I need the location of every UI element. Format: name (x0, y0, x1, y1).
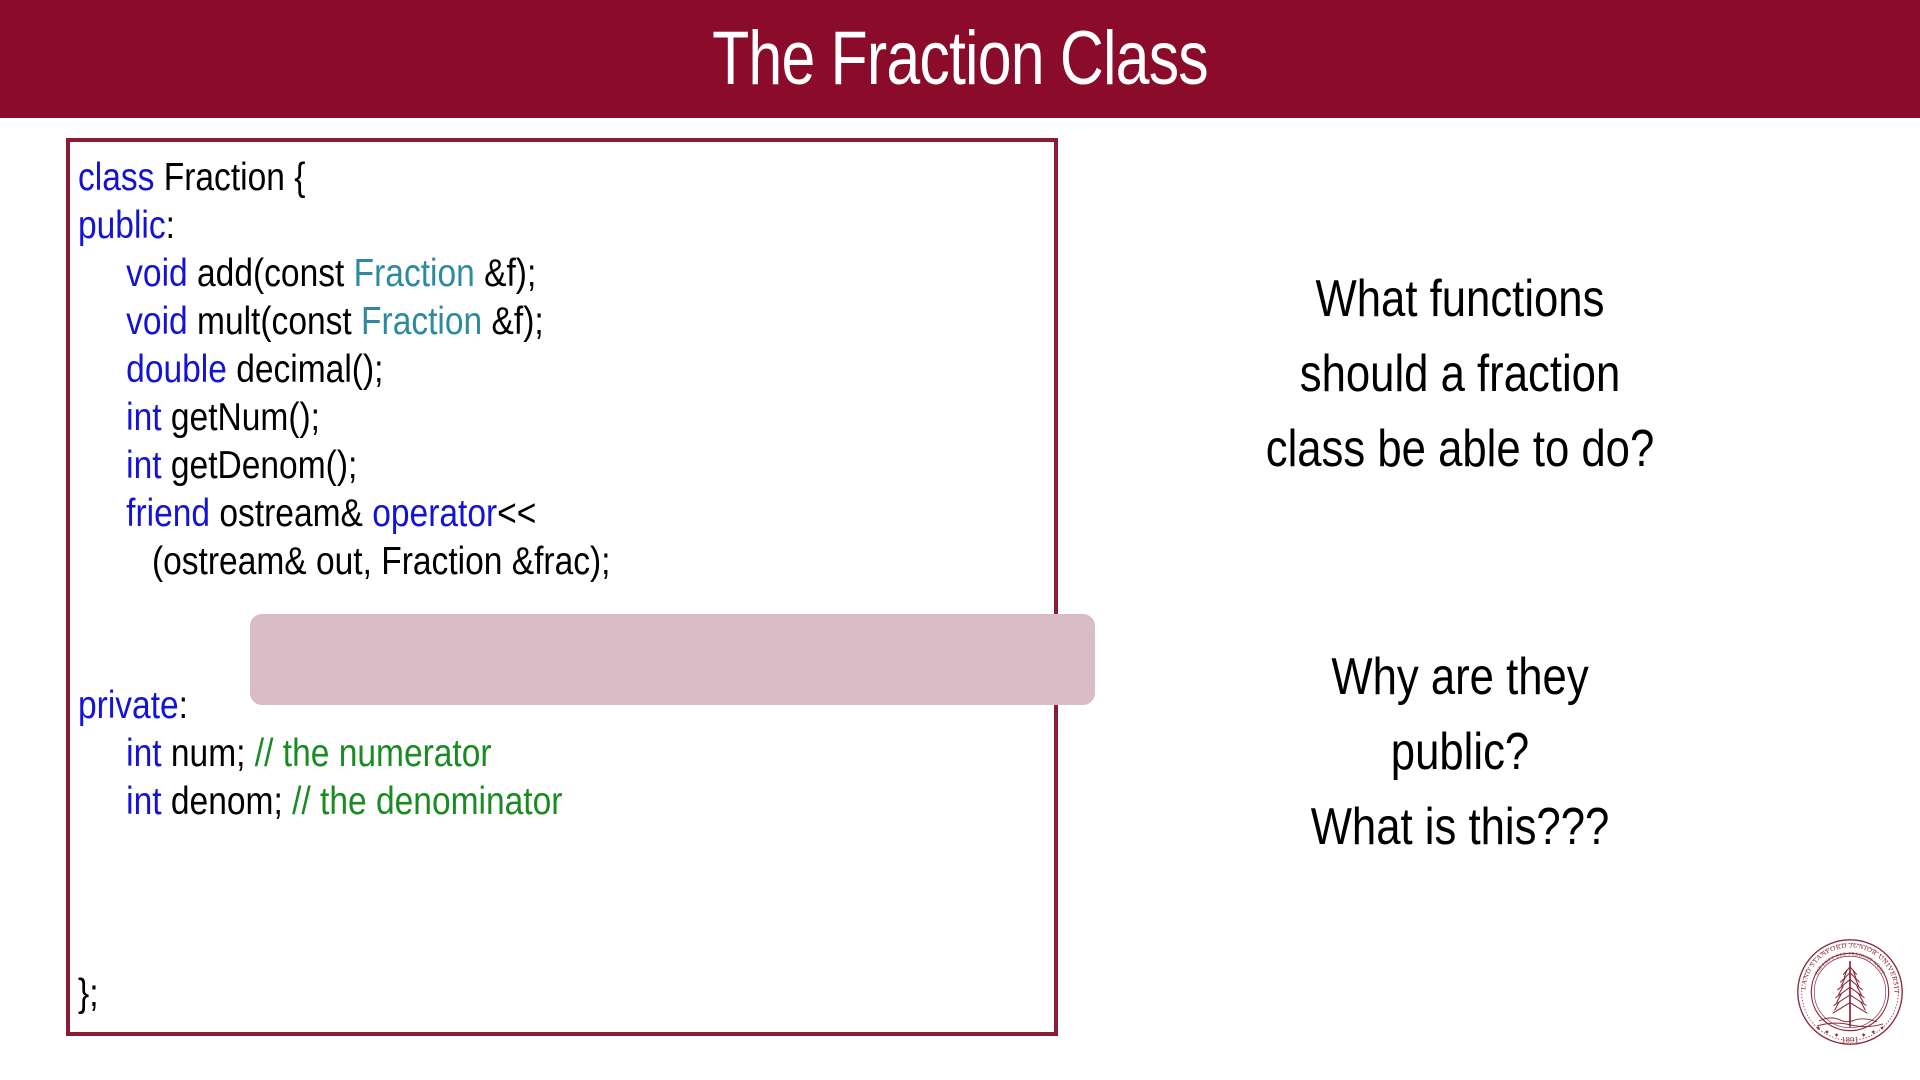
code-token: decimal(); (236, 348, 384, 391)
code-token: getNum(); (170, 396, 321, 439)
code-token: class (78, 156, 164, 199)
code-token: void (126, 252, 198, 295)
code-token: // the numerator (254, 732, 492, 775)
code-line: int getNum(); (78, 394, 921, 442)
code-token: void (126, 300, 198, 343)
slide-canvas: The Fraction Class class Fraction {publi… (0, 0, 1920, 1080)
code-line: double decimal(); (78, 346, 921, 394)
svg-text:✦: ✦ (1815, 1025, 1821, 1033)
svg-text:✦: ✦ (1861, 1031, 1867, 1039)
svg-text:✦: ✦ (1834, 1031, 1840, 1039)
code-token: num; (170, 732, 255, 775)
code-token: int (126, 444, 171, 487)
code-token: (ostream& out, Fraction &frac); (151, 540, 611, 583)
code-token: mult(const (197, 300, 362, 343)
svg-text:✦: ✦ (1824, 1029, 1830, 1037)
stanford-seal-logo: LELAND STANFORD JUNIOR UNIVERSITY DIE LU… (1789, 928, 1908, 1052)
question-line: public? (1390, 723, 1530, 781)
code-token: double (126, 348, 237, 391)
code-token: Fraction (361, 300, 492, 343)
question-line: Why are they (1331, 648, 1589, 706)
question-line: What is this??? (1310, 798, 1610, 856)
code-listing: class Fraction {public: void add(const Fr… (78, 154, 921, 1018)
code-line: class Fraction { (78, 154, 921, 202)
code-token: : (165, 204, 175, 247)
code-line: int num; // the numerator (78, 730, 921, 778)
code-line: void mult(const Fraction &f); (78, 298, 921, 346)
code-line: }; (78, 970, 921, 1018)
code-token: int (126, 780, 171, 823)
code-token: int (126, 732, 171, 775)
code-line: (ostream& out, Fraction &frac); (78, 538, 921, 586)
svg-text:✦: ✦ (1879, 1025, 1885, 1033)
svg-text:✦: ✦ (1870, 1029, 1876, 1037)
code-panel: class Fraction {public: void add(const Fr… (66, 138, 1095, 1036)
code-line: int denom; // the denominator (78, 778, 921, 826)
question-line: What functions (1315, 270, 1605, 328)
code-token: friend (126, 492, 220, 535)
question-line: class be able to do? (1265, 420, 1655, 478)
code-token: public (78, 204, 166, 247)
code-token: getDenom(); (170, 444, 358, 487)
code-token: Fraction (353, 252, 485, 295)
question-block-public: Why are they public? What is this??? (1191, 640, 1729, 865)
code-line: private: (78, 682, 921, 730)
code-token: add(const (197, 252, 354, 295)
code-token: << (497, 492, 537, 535)
code-line: int getDenom(); (78, 442, 921, 490)
code-token: : (178, 684, 188, 727)
code-token: int (126, 396, 171, 439)
code-token: Fraction { (163, 156, 306, 199)
code-token: // the denominator (292, 780, 563, 823)
question-line: should a fraction (1299, 345, 1621, 403)
title-bar: The Fraction Class (0, 0, 1920, 118)
code-token: denom; (170, 780, 293, 823)
seal-icon: LELAND STANFORD JUNIOR UNIVERSITY DIE LU… (1789, 928, 1903, 1045)
svg-text:LELAND STANFORD JUNIOR UNIVERS: LELAND STANFORD JUNIOR UNIVERSITY (1792, 932, 1900, 994)
code-token: ostream& (219, 492, 373, 535)
seal-year: 1891 (1841, 1034, 1858, 1044)
page-title: The Fraction Class (712, 16, 1209, 101)
code-line: friend ostream& operator<< (78, 490, 921, 538)
code-line: void add(const Fraction &f); (78, 250, 921, 298)
code-token: private (78, 684, 179, 727)
code-line: public: (78, 202, 921, 250)
code-token: &f); (491, 300, 544, 343)
code-token: operator (372, 492, 498, 535)
code-token: &f); (484, 252, 537, 295)
question-block-functions: What functions should a fraction class be … (1191, 262, 1729, 487)
code-token: }; (78, 972, 99, 1015)
